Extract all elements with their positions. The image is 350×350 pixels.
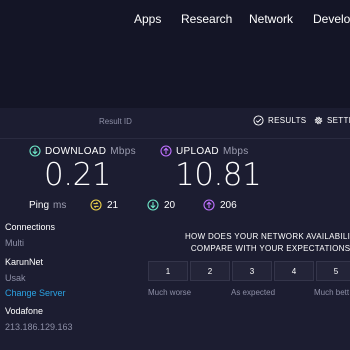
upload-latency-icon — [203, 199, 215, 211]
survey-low-label: Much worse — [148, 288, 192, 297]
gear-icon — [314, 116, 323, 125]
nav-link-apps[interactable]: Apps — [134, 12, 161, 26]
change-server-link[interactable]: Change Server — [5, 288, 66, 298]
survey-option-5[interactable]: 5 — [316, 261, 350, 281]
results-panel: DOWNLOAD Mbps 0.21 UPLOAD Mbps 10.81 Pin… — [0, 139, 350, 350]
survey-option-4[interactable]: 4 — [274, 261, 314, 281]
download-latency-icon — [147, 199, 159, 211]
ping-row: Ping ms 21 20 206 — [0, 199, 350, 214]
connections-value: Multi — [5, 238, 25, 248]
idle-latency-value: 21 — [107, 199, 119, 211]
connections-title: Connections — [5, 222, 56, 232]
results-button[interactable]: RESULTS — [253, 115, 306, 126]
survey-option-3[interactable]: 3 — [232, 261, 272, 281]
upload-latency-value: 206 — [220, 199, 237, 211]
ping-label: Ping — [29, 200, 50, 211]
upload-header: UPLOAD Mbps — [160, 145, 249, 157]
settings-button[interactable]: SETTI — [313, 115, 350, 126]
provider-ip: 213.186.129.163 — [5, 322, 73, 332]
download-label: DOWNLOAD — [45, 145, 107, 157]
upload-speed-value: 10.81 — [175, 157, 262, 193]
check-circle-icon — [253, 115, 264, 126]
download-latency-value: 20 — [164, 199, 176, 211]
provider-name: Vodafone — [5, 306, 44, 316]
download-header: DOWNLOAD Mbps — [29, 145, 136, 157]
survey-mid-label: As expected — [231, 288, 276, 297]
results-label: RESULTS — [268, 116, 307, 125]
top-navigation: Apps Research Network Develo — [0, 0, 350, 40]
server-location: Usak — [5, 273, 26, 283]
survey-question-line-1: HOW DOES YOUR NETWORK AVAILABILITY — [184, 232, 350, 241]
survey-option-2[interactable]: 2 — [190, 261, 230, 281]
nav-link-developers[interactable]: Develo — [313, 12, 350, 26]
settings-label: SETTI — [327, 116, 350, 125]
download-arrow-icon — [29, 145, 41, 157]
server-name: KarunNet — [5, 257, 44, 267]
download-speed-value: 0.21 — [44, 157, 112, 193]
survey-question: HOW DOES YOUR NETWORK AVAILABILITY COMPA… — [148, 231, 350, 255]
ping-unit: ms — [53, 200, 67, 211]
download-unit: Mbps — [110, 145, 136, 157]
result-id-label: Result ID — [99, 117, 132, 126]
idle-latency: 21 — [90, 199, 118, 211]
survey-option-1[interactable]: 1 — [148, 261, 188, 281]
download-latency: 20 — [147, 199, 175, 211]
upload-label: UPLOAD — [176, 145, 219, 157]
speedtest-page: Apps Research Network Develo Result ID R… — [0, 0, 350, 350]
idle-latency-icon — [90, 199, 102, 211]
result-bar: Result ID RESULTS SETTI — [0, 108, 350, 139]
survey-question-line-2: COMPARE WITH YOUR EXPECTATIONS? — [190, 244, 350, 253]
upload-arrow-icon — [160, 145, 172, 157]
upload-latency: 206 — [203, 199, 237, 211]
nav-link-network[interactable]: Network — [249, 12, 293, 26]
survey-high-label: Much bett — [314, 288, 350, 297]
upload-unit: Mbps — [222, 145, 249, 157]
nav-link-research[interactable]: Research — [181, 12, 232, 26]
